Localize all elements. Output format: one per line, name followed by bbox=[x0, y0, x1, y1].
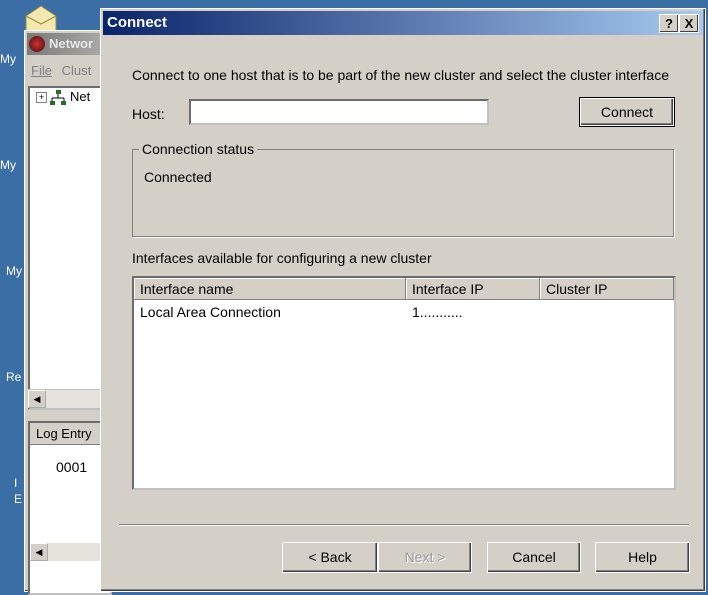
table-row[interactable]: Local Area Connection 1........... bbox=[134, 302, 674, 322]
connection-status-group: Connection status Connected bbox=[132, 141, 674, 237]
next-button[interactable]: Next > bbox=[378, 542, 472, 573]
help-button[interactable]: Help bbox=[595, 542, 690, 573]
scroll-left-icon[interactable]: ◀ bbox=[30, 543, 48, 561]
background-menu: File Clust bbox=[31, 63, 91, 78]
close-icon[interactable]: X bbox=[679, 14, 699, 33]
desktop-label[interactable]: Re bbox=[6, 370, 21, 384]
help-icon[interactable]: ? bbox=[659, 14, 679, 33]
cell-interface-name: Local Area Connection bbox=[140, 304, 281, 320]
interfaces-table[interactable]: Interface name Interface IP Cluster IP L… bbox=[132, 276, 676, 490]
host-input[interactable] bbox=[189, 99, 489, 125]
log-entry-header[interactable]: Log Entry bbox=[30, 423, 110, 445]
background-window-title: Networ bbox=[49, 36, 94, 51]
envelope-icon[interactable] bbox=[24, 5, 58, 32]
desktop-label[interactable]: E bbox=[14, 492, 22, 506]
network-icon bbox=[50, 90, 66, 106]
cancel-button[interactable]: Cancel bbox=[487, 542, 581, 573]
column-cluster-ip[interactable]: Cluster IP bbox=[540, 278, 674, 300]
connect-dialog: Connect ? X Connect to one host that is … bbox=[100, 8, 706, 592]
desktop-label[interactable]: My bbox=[6, 264, 22, 278]
instruction-text: Connect to one host that is to be part o… bbox=[132, 67, 669, 83]
dialog-title: Connect bbox=[107, 14, 167, 31]
connection-status-title: Connection status bbox=[139, 141, 258, 157]
menu-file[interactable]: File bbox=[31, 63, 52, 78]
interfaces-label: Interfaces available for configuring a n… bbox=[132, 250, 432, 266]
back-button[interactable]: < Back bbox=[282, 542, 378, 573]
app-icon bbox=[29, 36, 45, 52]
connection-status-text: Connected bbox=[144, 169, 212, 185]
connect-button[interactable]: Connect bbox=[579, 97, 675, 127]
tree-horizontal-scrollbar[interactable]: ◀ bbox=[28, 389, 108, 408]
menu-cluster[interactable]: Clust bbox=[62, 63, 92, 78]
host-label: Host: bbox=[132, 106, 165, 122]
tree-item-label[interactable]: Net bbox=[70, 89, 90, 104]
desktop-label[interactable]: I bbox=[14, 476, 17, 490]
button-separator bbox=[119, 524, 689, 526]
expand-icon[interactable]: + bbox=[36, 92, 47, 103]
column-interface-ip[interactable]: Interface IP bbox=[406, 278, 540, 300]
desktop-label[interactable]: My bbox=[0, 158, 16, 172]
log-horizontal-scrollbar[interactable]: ◀ bbox=[30, 543, 110, 561]
column-interface-name[interactable]: Interface name bbox=[134, 278, 406, 300]
cell-interface-ip: 1........... bbox=[412, 304, 463, 320]
log-entry-value[interactable]: 0001 bbox=[56, 459, 87, 475]
desktop-label[interactable]: My bbox=[0, 52, 16, 66]
scroll-left-icon[interactable]: ◀ bbox=[28, 390, 46, 408]
dialog-titlebar[interactable]: Connect ? X bbox=[103, 11, 703, 35]
